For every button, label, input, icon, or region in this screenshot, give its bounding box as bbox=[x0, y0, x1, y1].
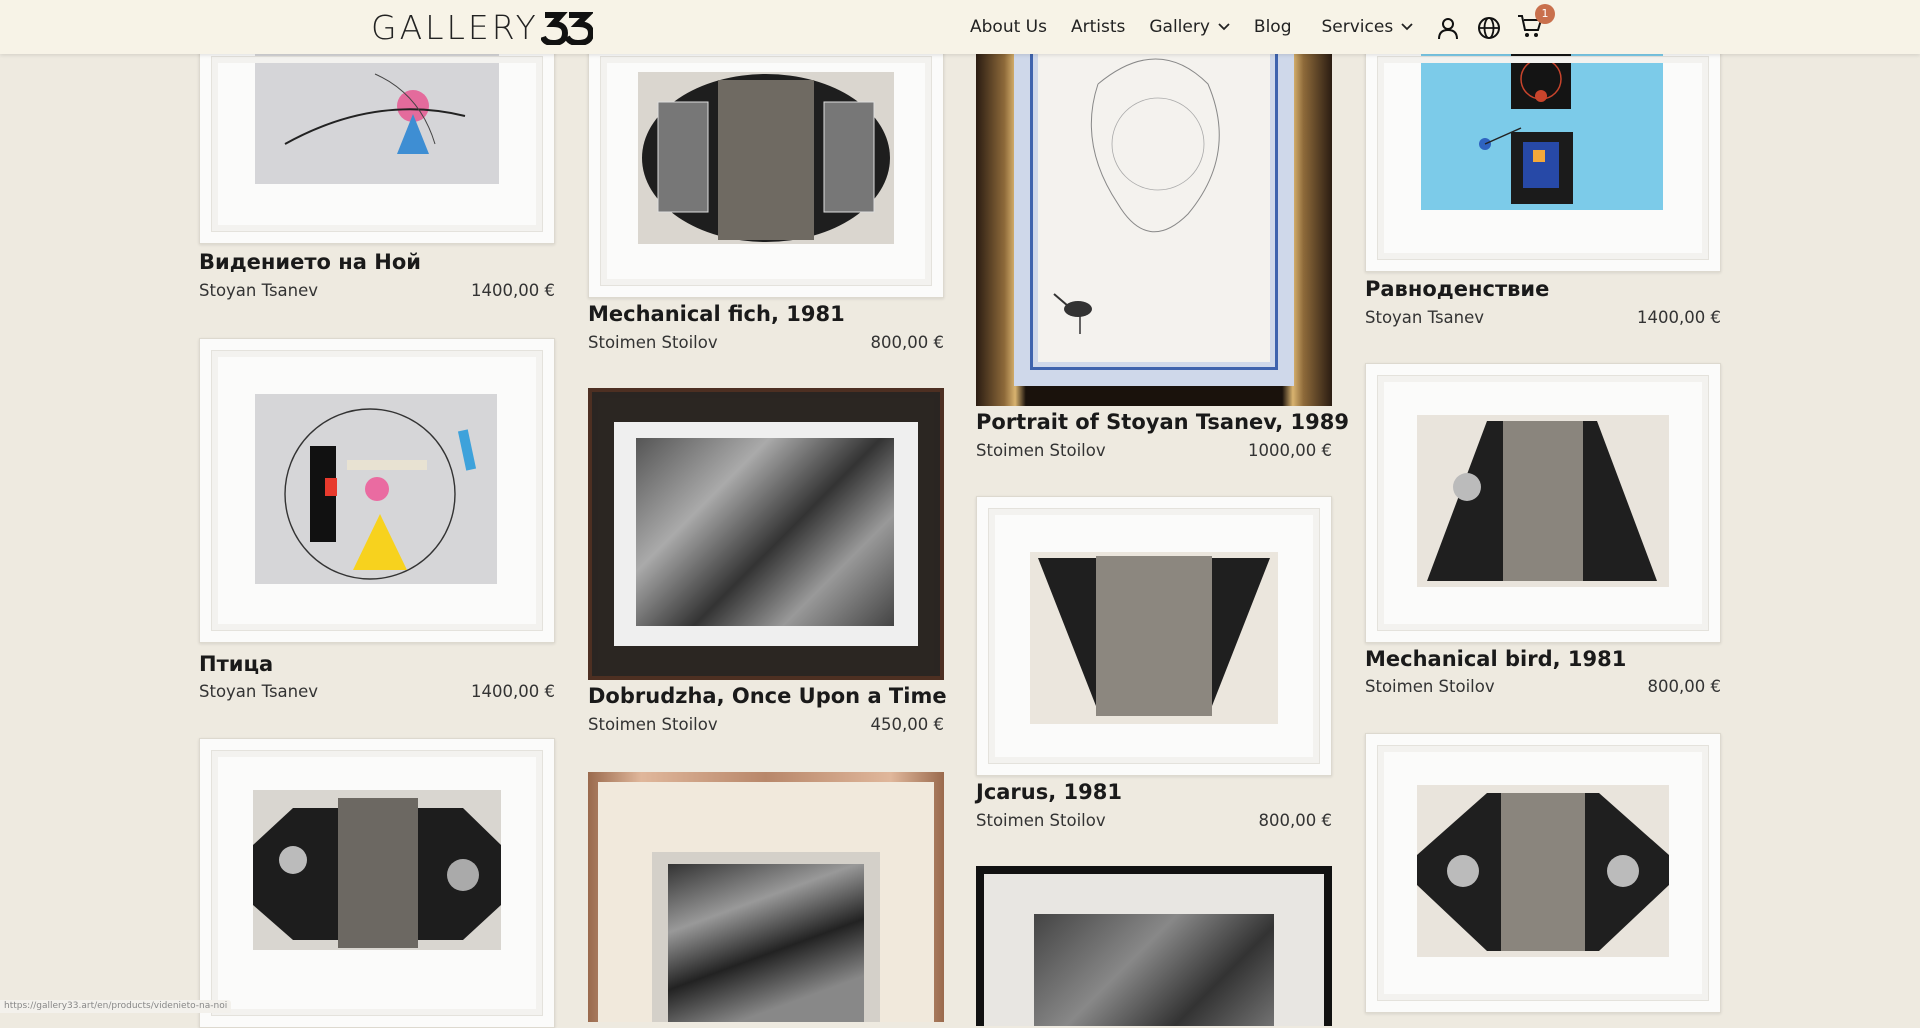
product-artist[interactable]: Stoimen Stoilov bbox=[588, 333, 718, 352]
product-title[interactable]: Jcarus, 1981 bbox=[976, 780, 1122, 804]
product-card[interactable]: Птица Stoyan Tsanev 1400,00 € bbox=[199, 338, 555, 708]
nav-artists[interactable]: Artists bbox=[1071, 17, 1125, 37]
artwork bbox=[1417, 415, 1669, 587]
artwork-drawing bbox=[1053, 58, 1220, 334]
product-price: 1000,00 € bbox=[1248, 441, 1332, 460]
product-image[interactable] bbox=[976, 44, 1332, 406]
artwork bbox=[652, 852, 880, 1022]
header-icons: 1 bbox=[1435, 4, 1558, 43]
product-price: 1400,00 € bbox=[471, 281, 555, 300]
site-header: GALLERY About Us Artists Gallery Blog Se… bbox=[0, 0, 1920, 54]
nav-about-us[interactable]: About Us bbox=[970, 17, 1047, 37]
product-image[interactable] bbox=[199, 338, 555, 643]
artwork bbox=[255, 394, 497, 584]
product-card[interactable]: Равноденствие Stoyan Tsanev 1400,00 € bbox=[1365, 44, 1721, 336]
product-price: 450,00 € bbox=[870, 715, 944, 734]
main-nav: About Us Artists Gallery Blog Services bbox=[970, 0, 1437, 54]
product-artist[interactable]: Stoimen Stoilov bbox=[976, 811, 1106, 830]
cart-button[interactable]: 1 bbox=[1517, 4, 1558, 43]
artwork bbox=[1421, 54, 1663, 210]
nav-gallery[interactable]: Gallery bbox=[1149, 17, 1230, 37]
artwork bbox=[1417, 785, 1669, 957]
product-price: 800,00 € bbox=[870, 333, 944, 352]
artwork-drawing bbox=[1479, 54, 1573, 204]
product-title[interactable]: Dobrudzha, Once Upon a Time bbox=[588, 684, 947, 708]
product-artist[interactable]: Stoimen Stoilov bbox=[1365, 677, 1495, 696]
status-url: https://gallery33.art/en/products/videni… bbox=[0, 1000, 232, 1013]
artwork bbox=[1030, 552, 1278, 724]
artwork bbox=[614, 422, 918, 646]
product-price: 800,00 € bbox=[1647, 677, 1721, 696]
product-artist[interactable]: Stoyan Tsanev bbox=[199, 682, 318, 701]
chevron-down-icon bbox=[1218, 23, 1230, 31]
product-image[interactable] bbox=[976, 496, 1332, 776]
artwork-drawing bbox=[1038, 556, 1270, 716]
product-image[interactable] bbox=[588, 388, 944, 680]
product-title[interactable]: Mechanical bird, 1981 bbox=[1365, 647, 1626, 671]
artwork-drawing bbox=[284, 408, 477, 580]
artwork bbox=[638, 72, 894, 244]
product-image[interactable] bbox=[1365, 44, 1721, 272]
product-title[interactable]: Portrait of Stoyan Tsanev, 1989 bbox=[976, 410, 1349, 434]
artwork-drawing bbox=[1427, 421, 1657, 581]
product-card[interactable]: Видението на Ной Stoyan Tsanev 1400,00 € bbox=[199, 44, 555, 310]
artwork bbox=[984, 874, 1324, 1026]
chevron-down-icon bbox=[1401, 23, 1413, 31]
product-artist[interactable]: Stoimen Stoilov bbox=[976, 441, 1106, 460]
product-artist[interactable]: Stoyan Tsanev bbox=[1365, 308, 1484, 327]
product-image[interactable] bbox=[588, 772, 944, 1022]
product-price: 800,00 € bbox=[1258, 811, 1332, 830]
product-title[interactable]: Птица bbox=[199, 652, 273, 676]
nav-services[interactable]: Services bbox=[1321, 17, 1413, 37]
product-image[interactable] bbox=[199, 44, 555, 244]
nav-blog[interactable]: Blog bbox=[1254, 17, 1292, 37]
product-title[interactable]: Mechanical fich, 1981 bbox=[588, 302, 845, 326]
artwork-drawing bbox=[642, 74, 890, 242]
product-artist[interactable]: Stoimen Stoilov bbox=[588, 715, 718, 734]
site-logo[interactable]: GALLERY bbox=[371, 6, 593, 48]
product-price: 1400,00 € bbox=[471, 682, 555, 701]
artwork-drawing bbox=[253, 798, 501, 948]
product-card[interactable] bbox=[1365, 733, 1721, 1013]
product-card[interactable]: Portrait of Stoyan Tsanev, 1989 Stoimen … bbox=[976, 44, 1349, 464]
product-image[interactable] bbox=[976, 866, 1332, 1026]
product-artist[interactable]: Stoyan Tsanev bbox=[199, 281, 318, 300]
product-image[interactable] bbox=[1365, 363, 1721, 643]
artwork-drawing bbox=[284, 73, 466, 154]
product-card[interactable]: Mechanical bird, 1981 Stoimen Stoilov 80… bbox=[1365, 363, 1721, 703]
product-card[interactable]: Jcarus, 1981 Stoimen Stoilov 800,00 € bbox=[976, 496, 1332, 836]
logo-text: GALLERY bbox=[371, 7, 539, 47]
artwork bbox=[1038, 44, 1270, 362]
product-image[interactable] bbox=[1365, 733, 1721, 1013]
product-image[interactable] bbox=[588, 44, 944, 298]
product-title[interactable]: Равноденствие bbox=[1365, 277, 1549, 301]
product-card[interactable] bbox=[199, 738, 555, 1028]
product-card[interactable] bbox=[976, 866, 1332, 1026]
artwork bbox=[255, 54, 499, 184]
cart-count-badge: 1 bbox=[1535, 4, 1555, 24]
product-card[interactable]: Dobrudzha, Once Upon a Time Stoimen Stoi… bbox=[588, 388, 947, 748]
logo-33-mark bbox=[540, 12, 593, 45]
artwork-drawing bbox=[1417, 793, 1669, 951]
product-price: 1400,00 € bbox=[1637, 308, 1721, 327]
product-title[interactable]: Видението на Ной bbox=[199, 250, 421, 274]
globe-icon[interactable] bbox=[1476, 15, 1502, 41]
product-card[interactable] bbox=[588, 772, 944, 1022]
product-card[interactable]: Mechanical fich, 1981 Stoimen Stoilov 80… bbox=[588, 44, 944, 354]
product-image[interactable] bbox=[199, 738, 555, 1028]
artwork bbox=[253, 790, 501, 950]
user-icon[interactable] bbox=[1435, 15, 1461, 41]
